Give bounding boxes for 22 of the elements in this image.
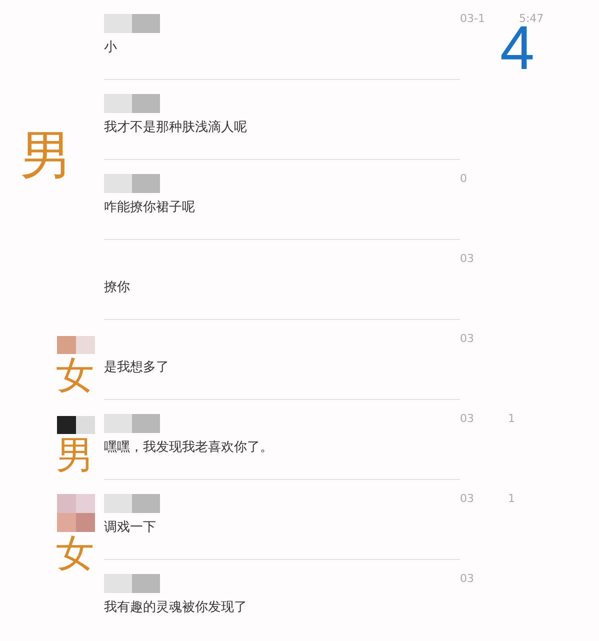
timestamp: 03-1	[460, 12, 485, 27]
annotation-label: 男	[56, 436, 94, 474]
message-text: 小	[104, 39, 118, 57]
message-text: 调戏一下	[104, 519, 157, 537]
timestamp: 03	[460, 492, 474, 507]
timestamp: 03	[460, 572, 474, 587]
annotation-label: 男	[20, 130, 72, 182]
timestamp: 0	[460, 172, 467, 187]
annotation-label: 女	[56, 534, 94, 572]
message-text: 我有趣的灵魂被你发现了	[104, 599, 248, 617]
message-text: 撩你	[104, 279, 131, 297]
message-text: 我才不是那种肤浅滴人呢	[104, 119, 248, 137]
timestamp: 03	[460, 332, 474, 347]
timestamp: 03	[460, 252, 474, 267]
message-text: 嘿嘿，我发现我老喜欢你了。	[104, 439, 274, 457]
annotation-label: 女	[56, 356, 94, 394]
message-text: 是我想多了	[104, 359, 170, 377]
timestamp: 1	[508, 412, 515, 427]
timestamp: 03	[460, 412, 474, 427]
message-text: 咋能撩你裙子呢	[104, 199, 196, 217]
timestamp: 5:47	[518, 12, 544, 26]
timestamp: 1	[508, 492, 515, 507]
